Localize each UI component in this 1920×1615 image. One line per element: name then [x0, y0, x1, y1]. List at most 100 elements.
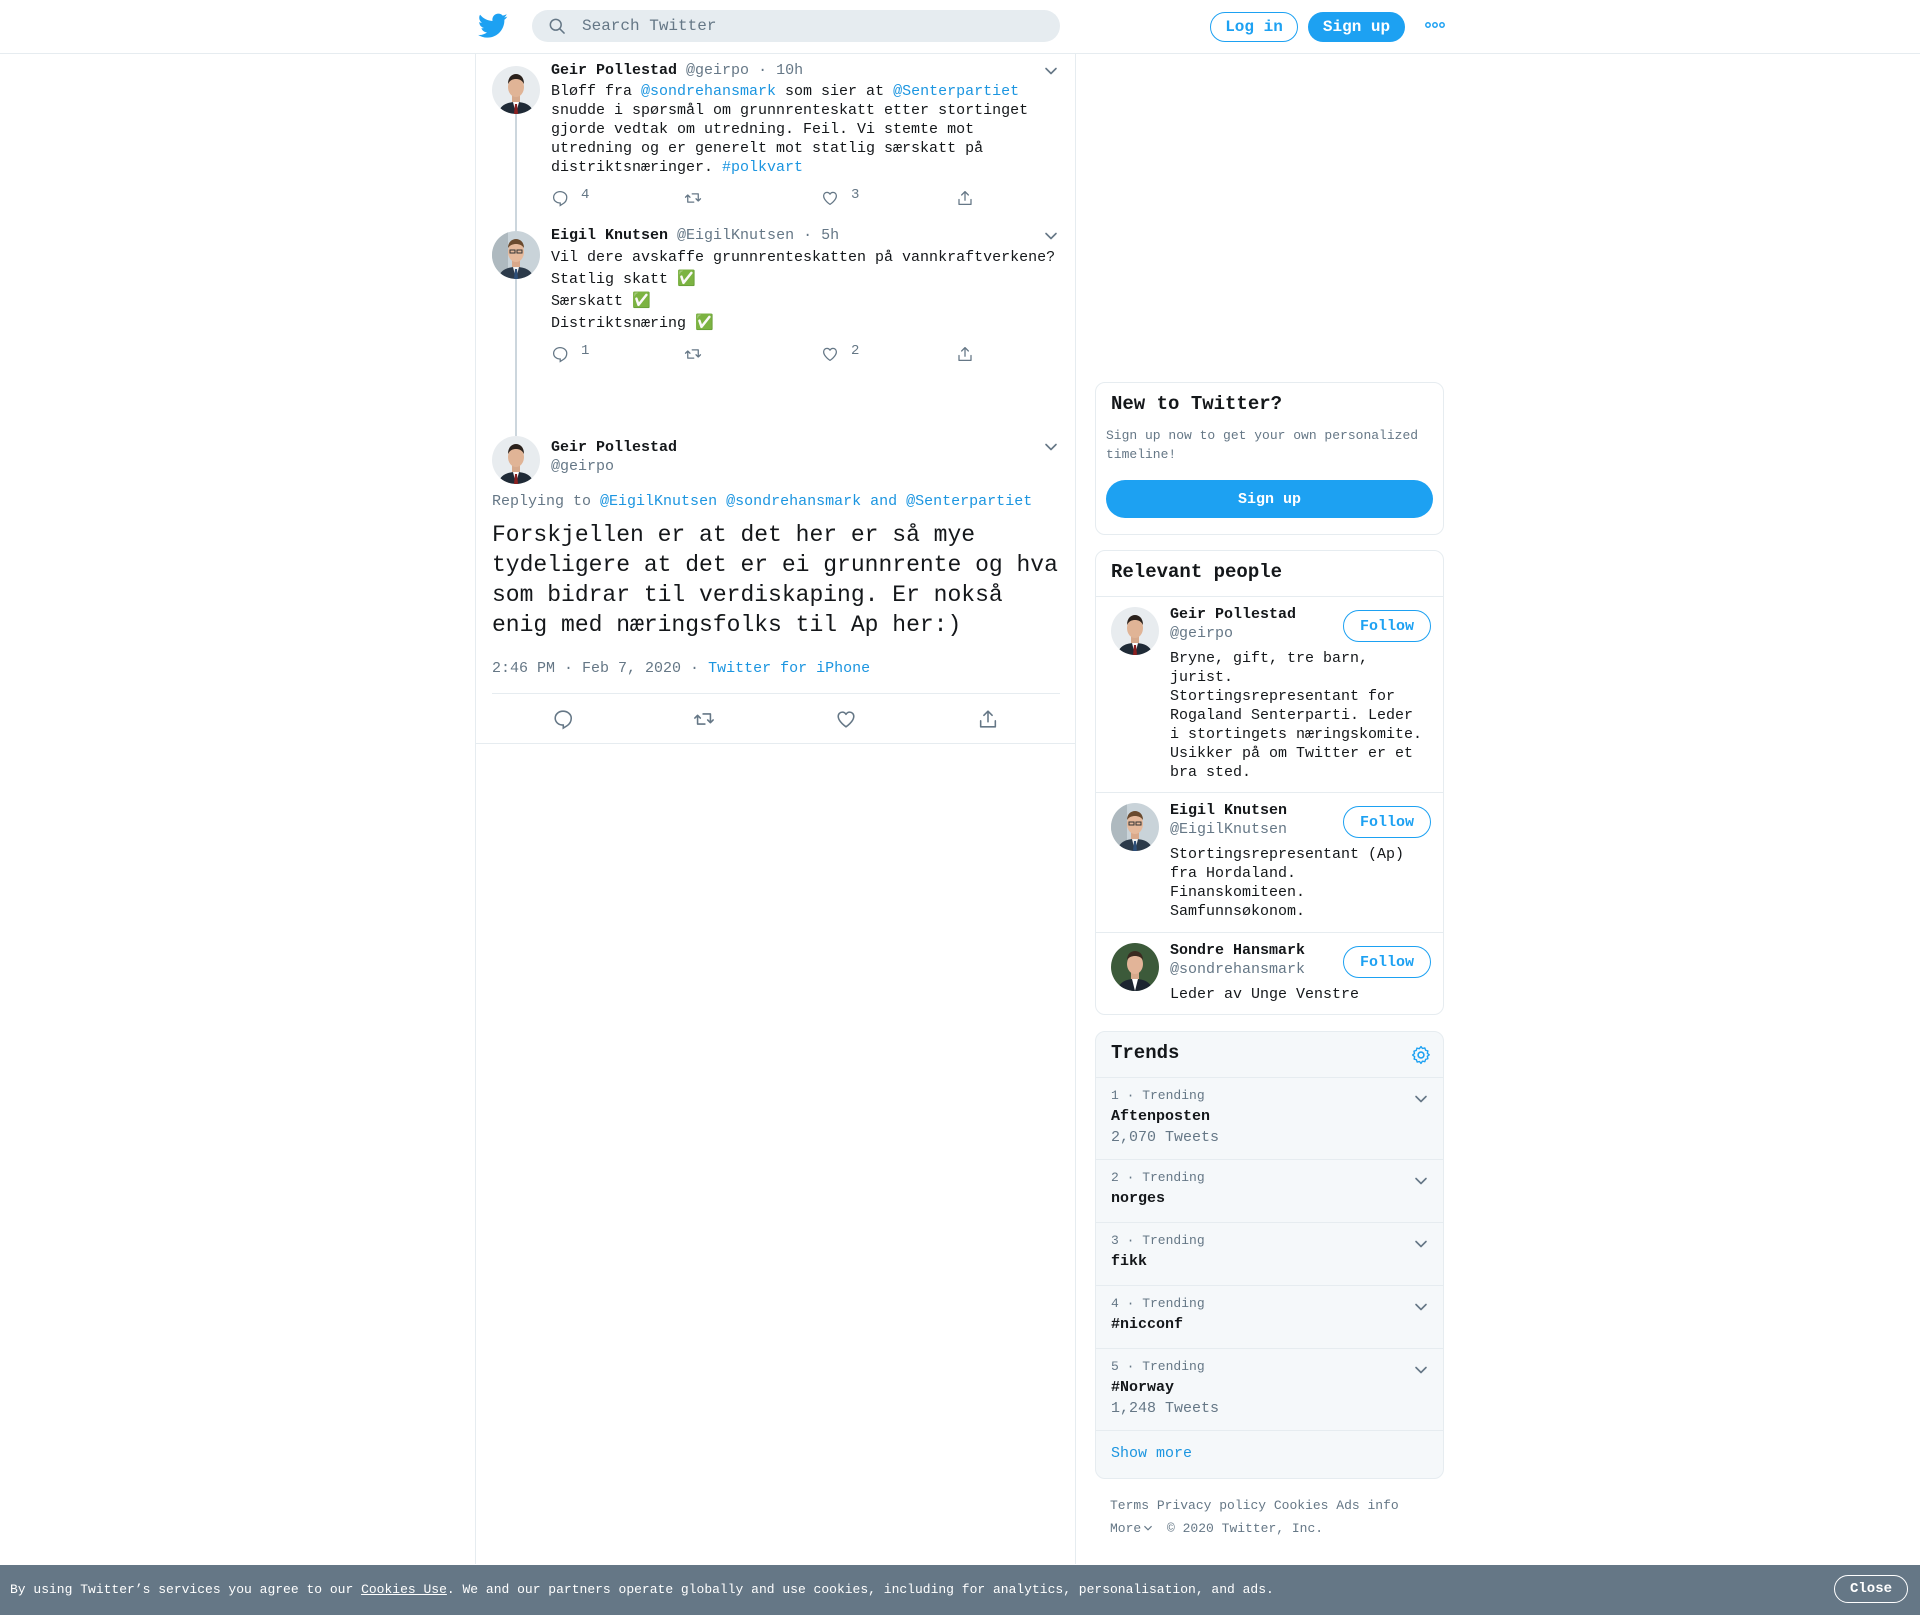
person-bio: Leder av Unge Venstre [1170, 986, 1360, 1003]
search-input[interactable]: Search Twitter [532, 10, 1060, 42]
chevron-down-icon[interactable] [1044, 66, 1058, 76]
thread-tweet[interactable]: Eigil Knutsen @EigilKnutsen · 5h Vil der… [476, 219, 1075, 379]
signup-button[interactable]: Sign up [1106, 480, 1433, 518]
trend-item[interactable]: 3 · Trending fikk [1096, 1222, 1443, 1286]
focused-tweet-text: Forskjellen er at det her er så mye tyde… [492, 522, 1058, 638]
person-name[interactable]: Sondre Hansmark [1170, 942, 1305, 959]
tweet-time[interactable]: 10h [776, 62, 803, 79]
footer-links: Terms Privacy policy Cookies Ads info [1110, 1498, 1399, 1513]
mention-link[interactable]: @sondrehansmark [726, 493, 861, 510]
tweet-source-link[interactable]: Twitter for iPhone [708, 660, 870, 677]
trend-name[interactable]: norges [1111, 1190, 1165, 1207]
retweet-button[interactable] [684, 189, 702, 207]
mention-link[interactable]: @sondrehansmark [641, 83, 776, 100]
cookie-consent-bar: By using Twitter’s services you agree to… [0, 1565, 1920, 1615]
chevron-down-icon[interactable] [1414, 1094, 1428, 1104]
trend-item[interactable]: 5 · Trending #Norway 1,248 Tweets [1096, 1348, 1443, 1431]
tweet-header: Eigil Knutsen @EigilKnutsen · 5h [551, 227, 840, 244]
tweet-text: Vil dere avskaffe grunnrenteskatten på v… [551, 247, 1061, 335]
twitter-bird-logo-icon[interactable] [478, 13, 508, 39]
person-name[interactable]: Geir Pollestad [1170, 606, 1296, 623]
person-item[interactable]: Sondre Hansmark @sondrehansmark Follow L… [1096, 932, 1443, 1014]
mention-link[interactable]: @EigilKnutsen [600, 493, 717, 510]
trend-name[interactable]: fikk [1111, 1253, 1147, 1270]
tweet-time[interactable]: 5h [821, 227, 839, 244]
share-button[interactable] [956, 345, 974, 363]
follow-button[interactable]: Follow [1343, 806, 1431, 838]
like-button[interactable]: 2 [821, 343, 859, 363]
share-icon [956, 345, 974, 363]
footer-link[interactable]: Terms [1110, 1498, 1149, 1513]
trend-item[interactable]: 1 · Trending Aftenposten 2,070 Tweets [1096, 1077, 1443, 1160]
like-button[interactable]: 3 [821, 187, 859, 207]
more-options-icon[interactable] [1425, 19, 1445, 31]
chevron-down-icon [1144, 1525, 1153, 1531]
person-handle[interactable]: @sondrehansmark [1170, 961, 1305, 978]
reply-button[interactable]: 1 [551, 343, 589, 363]
author-name[interactable]: Geir Pollestad [551, 439, 677, 456]
person-item[interactable]: Eigil Knutsen @EigilKnutsen Follow Stort… [1096, 792, 1443, 933]
author-name[interactable]: Geir Pollestad [551, 62, 677, 79]
text-segment: Særskatt ✅ [551, 293, 651, 310]
reply-button[interactable] [552, 708, 574, 730]
person-handle[interactable]: @geirpo [1170, 625, 1233, 642]
chevron-down-icon[interactable] [1044, 231, 1058, 241]
chevron-down-icon[interactable] [1044, 442, 1058, 452]
tweet-text-line: Bløff fra @sondrehansmark som sier at @S… [551, 82, 1061, 101]
mention-link[interactable]: #polkvart [722, 159, 803, 176]
trend-name[interactable]: #Norway [1111, 1379, 1174, 1396]
author-name[interactable]: Eigil Knutsen [551, 227, 668, 244]
login-button[interactable]: Log in [1210, 12, 1298, 42]
person-item[interactable]: Geir Pollestad @geirpo Follow Bryne, gif… [1096, 596, 1443, 793]
trend-name[interactable]: #nicconf [1111, 1316, 1183, 1333]
author-handle[interactable]: @EigilKnutsen [677, 227, 794, 244]
like-button[interactable] [835, 708, 857, 730]
avatar[interactable] [1111, 803, 1159, 851]
thread-tweet[interactable]: Geir Pollestad @geirpo · 10h Bløff fra @… [476, 54, 1075, 217]
gear-icon[interactable] [1410, 1044, 1432, 1066]
trend-item[interactable]: 4 · Trending #nicconf [1096, 1285, 1443, 1349]
retweet-button[interactable] [693, 708, 715, 730]
more-menu-button[interactable]: More [1110, 1521, 1153, 1536]
show-more-link[interactable]: Show more [1111, 1445, 1192, 1462]
chevron-down-icon[interactable] [1414, 1239, 1428, 1249]
tweet-timestamp[interactable]: 2:46 PM · Feb 7, 2020 · [492, 660, 699, 677]
footer-link[interactable]: Ads info [1336, 1498, 1398, 1513]
reply-button[interactable]: 4 [551, 187, 590, 207]
trend-count: 2,070 Tweets [1111, 1129, 1220, 1146]
trends-card: Trends 1 · Trending Aftenposten 2,070 Tw… [1095, 1031, 1444, 1479]
close-button[interactable]: Close [1834, 1575, 1908, 1603]
chevron-down-icon[interactable] [1414, 1302, 1428, 1312]
avatar[interactable] [492, 66, 540, 114]
author-handle[interactable]: @geirpo [551, 458, 614, 475]
author-handle[interactable]: @geirpo [686, 62, 749, 79]
avatar[interactable] [492, 231, 540, 279]
footer-link[interactable]: Privacy policy [1157, 1498, 1266, 1513]
trend-item[interactable]: 2 · Trending norges [1096, 1159, 1443, 1223]
avatar[interactable] [1111, 943, 1159, 991]
text-segment: utredning og er generelt mot statlig sær… [551, 140, 984, 157]
share-icon [956, 189, 974, 207]
follow-button[interactable]: Follow [1343, 946, 1431, 978]
search-icon [549, 18, 565, 34]
mention-link[interactable]: @Senterpartiet [906, 493, 1032, 510]
share-button[interactable] [977, 708, 999, 730]
trend-name[interactable]: Aftenposten [1111, 1108, 1210, 1125]
text-segment: distriktsnæringer. [551, 159, 723, 176]
avatar[interactable] [1111, 607, 1159, 655]
cookies-use-link[interactable]: Cookies Use [361, 1582, 447, 1597]
follow-button[interactable]: Follow [1343, 610, 1431, 642]
mention-link[interactable]: @Senterpartiet [893, 83, 1019, 100]
signup-button[interactable]: Sign up [1308, 12, 1405, 42]
person-handle[interactable]: @EigilKnutsen [1170, 821, 1287, 838]
share-button[interactable] [956, 189, 974, 207]
retweet-button[interactable] [684, 345, 702, 363]
chevron-down-icon[interactable] [1414, 1365, 1428, 1375]
trend-meta: 3 · Trending [1111, 1233, 1205, 1248]
avatar[interactable] [492, 436, 540, 484]
footer-link[interactable]: Cookies [1274, 1498, 1329, 1513]
person-name[interactable]: Eigil Knutsen [1170, 802, 1287, 819]
chevron-down-icon[interactable] [1414, 1176, 1428, 1186]
reply-count: 4 [581, 187, 590, 203]
top-bar: Search Twitter Log in Sign up [0, 0, 1920, 54]
